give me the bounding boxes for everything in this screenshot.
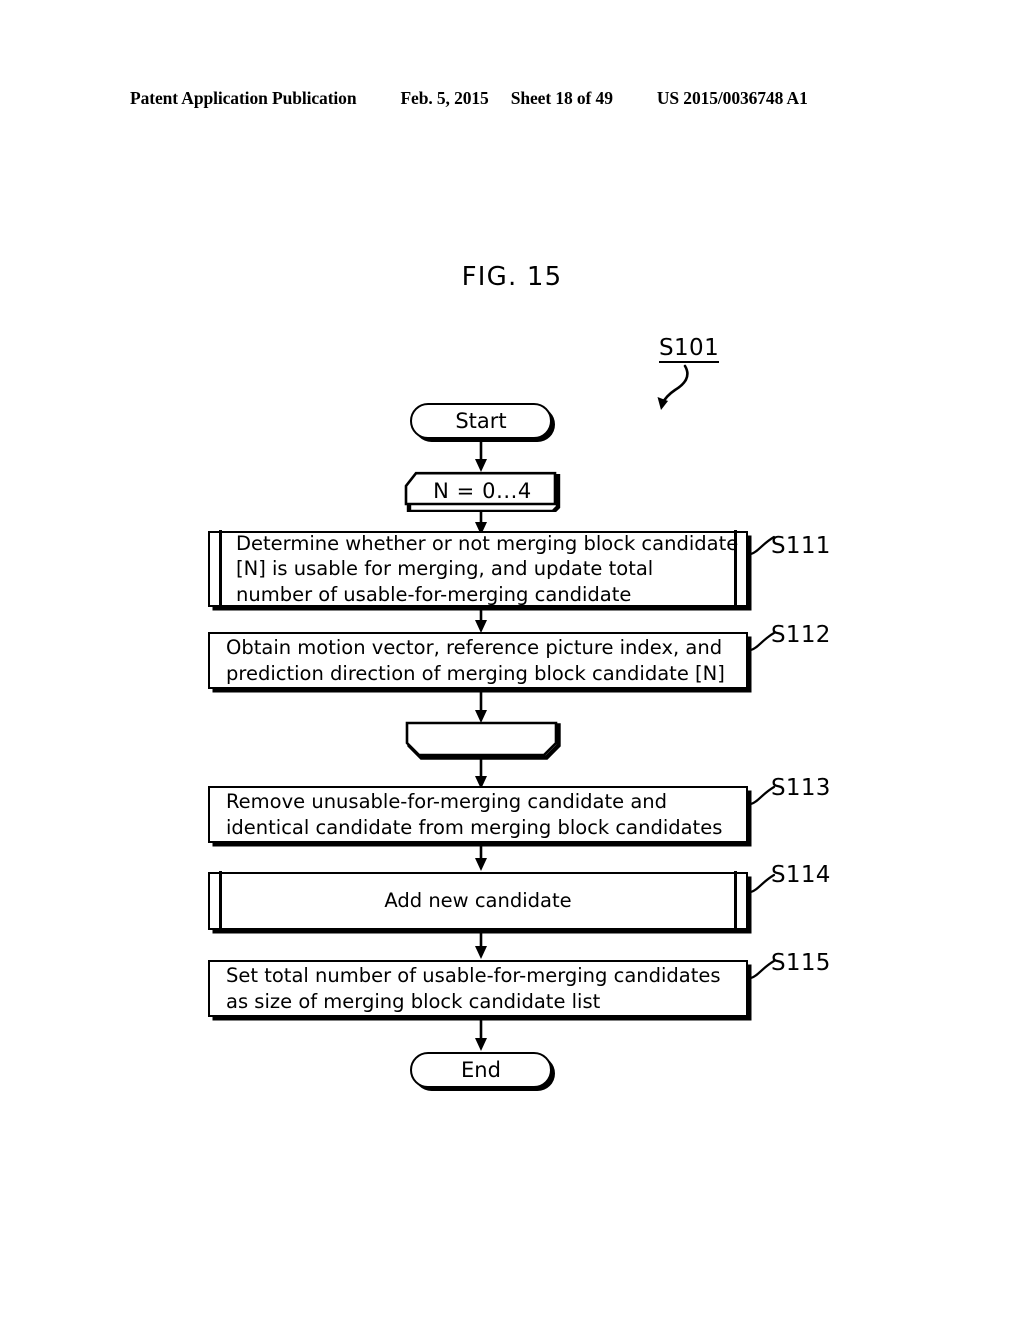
connector-s111-to-s112 [475, 608, 487, 633]
flow-node-s112: Obtain motion vector, reference picture … [208, 632, 748, 689]
flow-node-end: End [410, 1052, 552, 1088]
step-label-s113: S113 [771, 775, 831, 801]
connector-s113-to-s114 [475, 844, 487, 871]
flow-node-loop-start-label: N = 0...4 [433, 479, 532, 503]
connector-s115-to-end [475, 1018, 487, 1051]
flow-node-start-label: Start [455, 409, 507, 433]
flow-node-s112-line-2: prediction direction of merging block ca… [226, 661, 725, 685]
flow-node-s115-line-2: as size of merging block candidate list [226, 989, 601, 1013]
flow-node-s113-line-2: identical candidate from merging block c… [226, 815, 723, 839]
flow-node-s114-line-1: Add new candidate [384, 889, 572, 913]
flow-node-s111-line-3: number of usable-for-merging candidate [236, 582, 632, 606]
step-label-s114: S114 [771, 862, 831, 888]
flow-node-s113: Remove unusable-for-merging candidate an… [208, 786, 748, 843]
step-label-s112: S112 [771, 622, 831, 648]
flow-node-start: Start [410, 403, 552, 439]
flow-node-s115-line-1: Set total number of usable-for-merging c… [226, 964, 721, 988]
connector-start-to-loop-start [475, 441, 487, 472]
step-label-s115: S115 [771, 950, 831, 976]
flow-node-loop-end [405, 721, 561, 760]
flow-node-s115: Set total number of usable-for-merging c… [208, 960, 748, 1017]
flow-node-s112-line-1: Obtain motion vector, reference picture … [226, 636, 723, 660]
flow-node-s111-line-2: [N] is usable for merging, and update to… [236, 557, 654, 581]
step-label-s111: S111 [771, 533, 831, 559]
flowchart: Start N = 0...4 Determine whether or not… [0, 0, 1024, 1320]
flow-node-s114: Add new candidate [208, 871, 748, 931]
flow-node-end-label: End [461, 1058, 501, 1082]
connector-s114-to-s115 [475, 931, 487, 959]
flow-node-s111-line-1: Determine whether or not merging block c… [236, 532, 739, 556]
flow-node-s111: Determine whether or not merging block c… [208, 530, 748, 608]
flow-node-s113-line-1: Remove unusable-for-merging candidate an… [226, 790, 668, 814]
